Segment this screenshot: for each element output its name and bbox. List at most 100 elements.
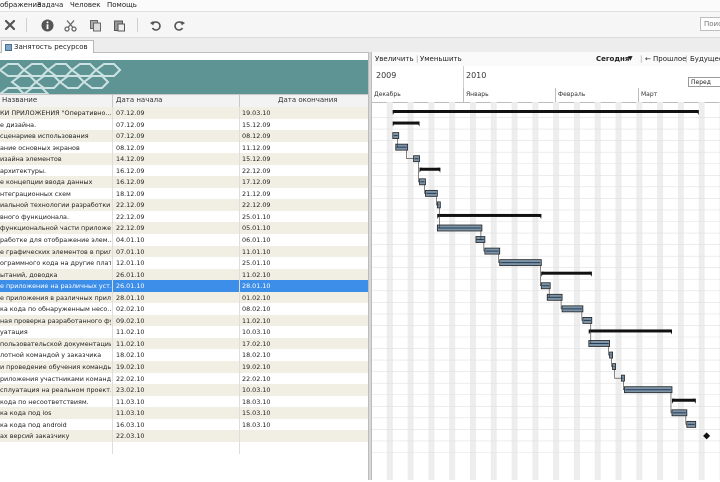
column-header-end[interactable]: Дата окончания <box>278 96 337 104</box>
month-label: Февраль <box>558 91 586 98</box>
cell-end: 11.02.10 <box>242 316 271 325</box>
cell-start: 26.01.10 <box>116 270 145 279</box>
cell-start: 07.12.09 <box>116 109 145 117</box>
column-divider <box>239 107 240 454</box>
cell-start: 19.02.10 <box>116 363 145 372</box>
table-row[interactable]: сплуатация на реальном проект... 23.02.10… <box>0 384 368 396</box>
gantt-canvas <box>372 102 720 480</box>
cell-name: изайна элементов <box>0 155 62 164</box>
cell-start: 09.02.10 <box>116 316 145 325</box>
table-row[interactable]: иальной технологии разработки 22.12.09 22.… <box>0 199 368 211</box>
table-row[interactable]: нтеграционных схем 18.12.09 21.12.09 <box>0 188 368 200</box>
menu-view[interactable]: ображение <box>0 1 41 9</box>
table-row[interactable]: ка кода под ios 11.03.10 15.03.10 <box>0 407 368 419</box>
table-row[interactable]: пользовательской документации 11.02.10 17.… <box>0 337 368 350</box>
menu-bar: ображение Задача Человек Помощь <box>0 0 720 12</box>
zoom-out-button[interactable]: Уменьшить <box>420 55 462 63</box>
cell-name: е приложение на различных уст... <box>0 282 111 291</box>
tab-resource-load[interactable]: Занятость ресурсов <box>1 40 94 53</box>
table-row[interactable]: вного функционала. 22.12.09 25.01.10 <box>0 211 368 223</box>
cell-name: сплуатация на реальном проект... <box>0 386 111 395</box>
delete-button[interactable] <box>1 16 19 34</box>
table-row[interactable]: кода по несоответствиям. 11.03.10 18.03.10 <box>0 396 368 408</box>
cell-start: 18.02.10 <box>116 351 145 360</box>
paste-button[interactable] <box>110 16 128 34</box>
cell-name: ание основных экранов <box>0 143 80 152</box>
summary-bar <box>588 329 672 333</box>
cell-name: ная проверка разработанного фу... <box>0 316 111 325</box>
past-button[interactable]: Прошлое <box>653 55 686 63</box>
cut-button[interactable] <box>61 16 79 34</box>
table-row[interactable]: и проведение обучения команды 19.02.10 19.… <box>0 361 368 373</box>
table-row[interactable]: ание основных экранов 08.12.09 11.12.09 <box>0 142 368 154</box>
past-arrow-icon: ← <box>645 55 651 63</box>
column-header-name[interactable]: Название <box>2 96 37 104</box>
copy-button[interactable] <box>86 16 104 34</box>
month-divider <box>638 88 639 102</box>
undo-icon <box>149 20 161 31</box>
cell-start: 28.01.10 <box>116 293 145 302</box>
cell-name: е дизайна. <box>0 120 37 129</box>
cell-end: 17.12.09 <box>242 178 271 187</box>
cell-name: уатация <box>0 328 28 337</box>
cell-end: 21.12.09 <box>242 189 271 198</box>
table-row[interactable]: е приложения в различных прил... 28.01.10… <box>0 291 368 304</box>
cell-end: 19.02.10 <box>242 363 271 372</box>
cell-name: ах версий заказчику <box>0 432 70 441</box>
cell-end: 10.03.10 <box>242 386 271 395</box>
table-row[interactable]: ка кода под android 16.03.10 18.03.10 <box>0 419 368 431</box>
table-row[interactable]: изайна элементов 14.12.09 15.12.09 <box>0 153 368 165</box>
table-row[interactable]: уатация 11.02.10 10.03.10 <box>0 326 368 338</box>
task-table-header: Название Дата начала Дата окончания <box>0 94 368 108</box>
cell-name: работке для отображение элем... <box>0 236 111 245</box>
table-row[interactable]: ка кода по обнаруженным несо... 02.02.10 0… <box>0 303 368 315</box>
today-dropdown[interactable]: Сегодня <box>596 55 629 63</box>
table-row[interactable]: е дизайна. 07.12.09 15.12.09 <box>0 119 368 131</box>
table-row[interactable]: сценариев использования 07.12.09 08.12.09 <box>0 130 368 142</box>
cell-end: 19.03.10 <box>242 109 271 117</box>
table-row[interactable]: риложения участниками команды 22.02.10 22.… <box>0 373 368 385</box>
chevron-down-icon[interactable]: ▼ <box>628 55 633 62</box>
table-row[interactable]: ная проверка разработанного фу... 09.02.1… <box>0 314 368 327</box>
table-row[interactable]: ограммного кода на другие плат... 12.01.1… <box>0 257 368 269</box>
table-row[interactable]: лотной командой у заказчика 18.02.10 18.02… <box>0 349 368 361</box>
cell-start: 14.12.09 <box>116 155 145 164</box>
properties-button[interactable] <box>38 16 56 34</box>
undo-button[interactable] <box>146 16 164 34</box>
cell-end: 11.02.10 <box>242 270 271 279</box>
year-label: 2010 <box>466 71 487 80</box>
table-row[interactable]: е концепции ввода данных 16.12.09 17.12.09 <box>0 176 368 188</box>
column-divider[interactable] <box>112 95 113 107</box>
menu-help[interactable]: Помощь <box>107 1 137 9</box>
cell-end: 15.03.10 <box>242 409 271 418</box>
menu-task[interactable]: Задача <box>37 1 63 9</box>
future-button[interactable]: Будущее <box>690 55 720 63</box>
month-label: Декабрь <box>374 91 401 98</box>
gantt-chart-area[interactable] <box>372 102 720 480</box>
toolbar-separator: | <box>640 55 643 63</box>
year-label: 2009 <box>376 71 397 80</box>
table-row[interactable]: архитектуры. 16.12.09 22.12.09 <box>0 165 368 177</box>
gantt-year-scale: 2009 2010 Перед <box>372 66 720 89</box>
summary-bar <box>437 213 542 217</box>
table-row[interactable]: работке для отображение элем... 04.01.10 0… <box>0 234 368 246</box>
table-row[interactable]: ытаний, доводка 26.01.10 11.02.10 <box>0 268 368 281</box>
column-header-start[interactable]: Дата начала <box>116 96 162 104</box>
scissors-icon <box>63 19 77 32</box>
search-input[interactable] <box>700 17 720 31</box>
redo-button[interactable] <box>170 16 188 34</box>
cell-end: 01.02.10 <box>242 293 271 302</box>
menu-person[interactable]: Человек <box>70 1 101 9</box>
cell-name: риложения участниками команды <box>0 374 111 383</box>
table-row[interactable]: ах версий заказчику 22.03.10 <box>0 430 368 442</box>
table-row[interactable]: е графических элементов в прил... 07.01.1… <box>0 245 368 258</box>
cell-end: 10.03.10 <box>242 328 271 337</box>
table-row[interactable]: КИ ПРИЛОЖЕНИЯ "Оперативно... 07.12.09 19.0… <box>0 107 368 119</box>
table-row[interactable]: е приложение на различных уст... 26.01.10… <box>0 280 368 292</box>
toolbar <box>0 12 720 38</box>
column-divider[interactable] <box>239 95 240 107</box>
cell-start: 11.03.10 <box>116 409 145 418</box>
table-row[interactable]: функциональной части приложе... 22.12.09 0… <box>0 222 368 235</box>
zoom-in-button[interactable]: Увеличить <box>375 55 414 63</box>
cell-name: е графических элементов в прил... <box>0 247 111 256</box>
